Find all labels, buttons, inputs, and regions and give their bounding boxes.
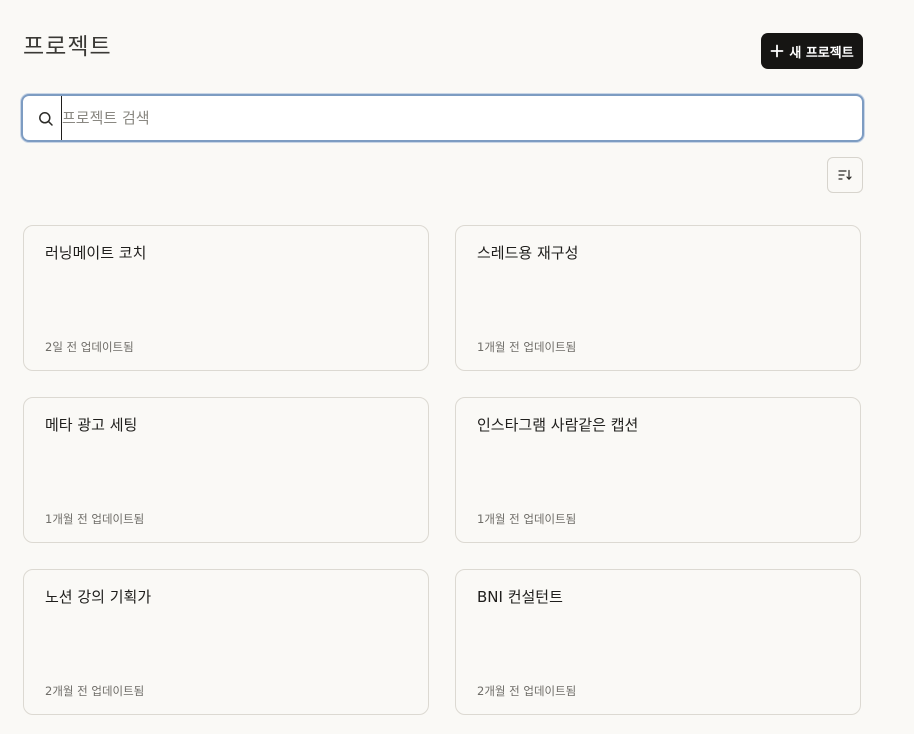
- sort-icon: [838, 169, 852, 181]
- new-project-button[interactable]: 새 프로젝트: [761, 33, 863, 69]
- project-title: 인스타그램 사람같은 캡션: [477, 416, 639, 434]
- project-updated: 2일 전 업데이트됨: [45, 340, 134, 354]
- project-updated: 1개월 전 업데이트됨: [477, 512, 577, 526]
- project-card[interactable]: 메타 광고 세팅 1개월 전 업데이트됨: [23, 397, 429, 543]
- project-title: 노션 강의 기획가: [45, 588, 152, 606]
- plus-icon: [770, 44, 784, 58]
- page-title: 프로젝트: [23, 34, 112, 60]
- project-updated: 2개월 전 업데이트됨: [477, 684, 577, 698]
- project-updated: 1개월 전 업데이트됨: [45, 512, 145, 526]
- project-title: 러닝메이트 코치: [45, 244, 147, 262]
- project-title: BNI 컨설턴트: [477, 588, 563, 606]
- project-card[interactable]: 노션 강의 기획가 2개월 전 업데이트됨: [23, 569, 429, 715]
- search-icon: [38, 111, 54, 127]
- page-header: 프로젝트 새 프로젝트: [23, 30, 863, 70]
- project-title: 스레드용 재구성: [477, 244, 579, 262]
- project-card[interactable]: 스레드용 재구성 1개월 전 업데이트됨: [455, 225, 861, 371]
- search-box[interactable]: [21, 94, 864, 142]
- new-project-label: 새 프로젝트: [789, 45, 854, 61]
- project-card[interactable]: 러닝메이트 코치 2일 전 업데이트됨: [23, 225, 429, 371]
- project-card[interactable]: BNI 컨설턴트 2개월 전 업데이트됨: [455, 569, 861, 715]
- project-card[interactable]: 인스타그램 사람같은 캡션 1개월 전 업데이트됨: [455, 397, 861, 543]
- project-updated: 2개월 전 업데이트됨: [45, 684, 145, 698]
- search-input[interactable]: [61, 96, 842, 140]
- project-updated: 1개월 전 업데이트됨: [477, 340, 577, 354]
- sort-button[interactable]: [827, 157, 863, 193]
- project-title: 메타 광고 세팅: [45, 416, 138, 434]
